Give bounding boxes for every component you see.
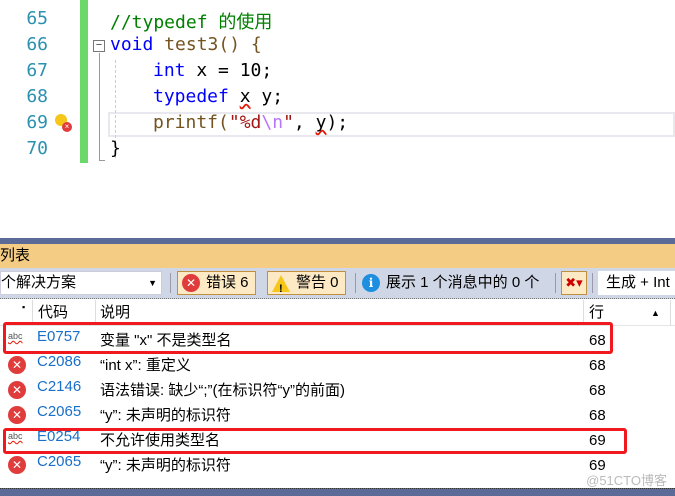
line-number: 70 [26, 138, 48, 159]
sort-ascending-icon: ▲ [651, 308, 660, 318]
error-badge-icon: × [62, 122, 72, 132]
divider [355, 273, 356, 293]
line-number: 65 [26, 8, 48, 29]
divider [592, 273, 593, 293]
warnings-filter-button[interactable]: ! 警告 0 [267, 271, 346, 295]
error-description: “y”: 未声明的标识符 [100, 407, 231, 424]
chevron-down-icon: ▼ [148, 278, 157, 288]
code-text: , [293, 112, 316, 133]
code-line: int x = 10; [153, 60, 272, 81]
error-list-title: 列表 [0, 244, 675, 268]
scope-dropdown[interactable]: 个解决方案 ▼ [0, 271, 162, 295]
divider [555, 273, 556, 293]
error-icon: ✕ [8, 381, 26, 399]
error-list-toolbar: 个解决方案 ▼ ✕ 错误 6 ! 警告 0 i 展示 1 个消息中的 0 个 ✖▾ 生成… [0, 268, 675, 299]
code-text: y; [250, 86, 284, 107]
error-line: 68 [589, 382, 606, 399]
info-icon: i [362, 274, 380, 292]
table-row[interactable]: ✕ C2086 “int x”: 重定义 68 [0, 353, 675, 378]
errors-label: 错误 6 [206, 274, 249, 291]
keyword: int [153, 60, 186, 81]
line-number: 68 [26, 86, 48, 107]
code-line: } [110, 138, 121, 159]
code-text: x = 10; [185, 60, 273, 81]
line-number: 69 [26, 112, 48, 133]
build-filter-dropdown[interactable]: 生成 + Int [598, 271, 675, 295]
line-number: 67 [26, 60, 48, 81]
error-description: 语法错误: 缺少“;”(在标识符“y”的前面) [100, 382, 345, 399]
string: " [283, 112, 294, 133]
divider [670, 300, 671, 326]
status-strip [0, 488, 675, 496]
code-line: printf("%d\n", y); [153, 112, 348, 133]
watermark: @51CTO博客 [586, 473, 667, 488]
line-number: 66 [26, 34, 48, 55]
highlight-box [3, 322, 613, 354]
change-indicator-bar [80, 0, 88, 163]
code-line: //typedef 的使用 [110, 12, 273, 33]
fold-line [99, 53, 100, 161]
string: "%d [228, 112, 262, 133]
keyword: typedef [153, 86, 229, 107]
code-text: ); [326, 112, 349, 133]
divider [170, 273, 171, 293]
error-line: 68 [589, 357, 606, 374]
error-description: “int x”: 重定义 [100, 357, 191, 374]
error-code[interactable]: C2146 [37, 378, 81, 395]
collapse-icon[interactable]: − [93, 40, 105, 52]
escape: \n [261, 112, 284, 133]
error-description: “y”: 未声明的标识符 [100, 457, 231, 474]
code-line: void test3() { [110, 34, 262, 55]
error-icon: ✕ [8, 406, 26, 424]
error-code[interactable]: C2065 [37, 453, 81, 470]
highlight-box [3, 428, 627, 454]
scope-value: 个解决方案 [1, 274, 77, 291]
error-code[interactable]: C2065 [37, 403, 81, 420]
error-icon: ✕ [8, 356, 26, 374]
table-row[interactable]: ✕ C2065 “y”: 未声明的标识符 69 [0, 453, 675, 478]
error-icon: ✕ [182, 274, 200, 292]
code-editor[interactable]: − × 65 66 67 68 69 70 //typedef 的使用 void… [0, 0, 675, 238]
error-squiggle: y [315, 112, 327, 133]
error-line: 68 [589, 407, 606, 424]
error-icon: ✕ [8, 456, 26, 474]
error-squiggle: x [239, 86, 251, 107]
keyword: void [110, 34, 154, 55]
fold-line-end [99, 160, 105, 161]
warnings-label: 警告 0 [296, 274, 339, 291]
messages-label: 展示 1 个消息中的 0 个 [386, 274, 540, 291]
messages-filter-button[interactable]: i 展示 1 个消息中的 0 个 [362, 271, 539, 295]
column-options-icon[interactable]: ▪ [22, 300, 25, 314]
clear-filter-icon[interactable]: ✖▾ [561, 271, 587, 295]
code-line: typedef x y; [153, 86, 283, 107]
error-code[interactable]: C2086 [37, 353, 81, 370]
table-row[interactable]: ✕ C2146 语法错误: 缺少“;”(在标识符“y”的前面) 68 [0, 378, 675, 403]
function-name: printf( [153, 112, 229, 133]
table-row[interactable]: ✕ C2065 “y”: 未声明的标识符 68 [0, 403, 675, 428]
warning-icon: ! [272, 274, 290, 295]
errors-filter-button[interactable]: ✕ 错误 6 [177, 271, 256, 295]
code-text: test3() { [153, 34, 262, 55]
